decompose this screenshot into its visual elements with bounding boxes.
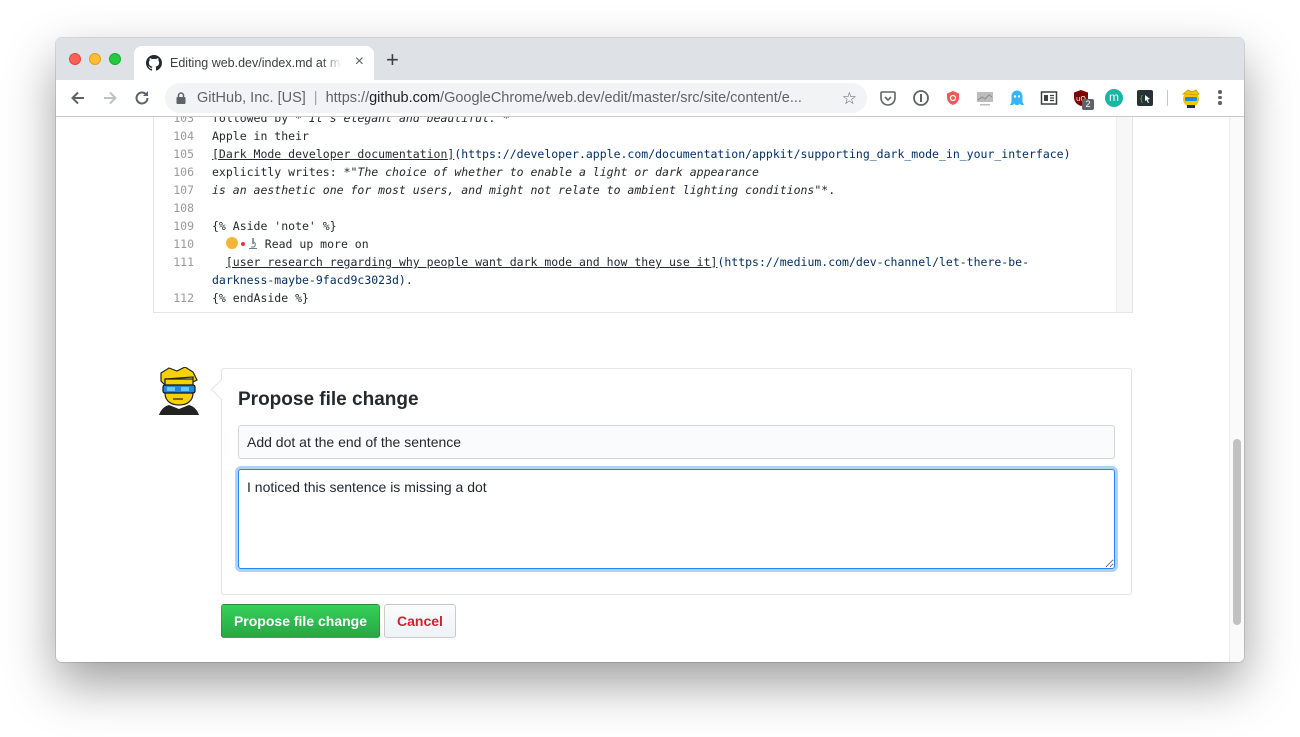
code-link-text: [Dark Mode developer documentation] <box>212 147 455 161</box>
code-line[interactable]: 103 followed by *"It's elegant and beauti… <box>154 117 510 127</box>
page-scrollbar-thumb[interactable] <box>1233 439 1241 625</box>
url-host: github.com <box>369 90 441 106</box>
line-number: 112 <box>173 291 194 305</box>
analytics-icon[interactable] <box>976 89 994 107</box>
code-line[interactable]: 108 <box>154 199 212 217</box>
code-text: is an aesthetic one for most users, and … <box>212 183 815 197</box>
code-line[interactable]: 104 Apple in their <box>154 127 309 145</box>
tab-strip: Editing web.dev/index.md at master · Goo… <box>56 38 1244 80</box>
site-identity: GitHub, Inc. [US] <box>197 90 306 106</box>
tab-close-icon[interactable]: × <box>355 53 364 71</box>
code-line[interactable]: 105 [Dark Mode developer documentation](h… <box>154 145 1071 163</box>
code-text: explicitly writes: *" <box>212 165 358 179</box>
code-url: darkness-maybe-9facd9c3023d) <box>212 273 406 287</box>
code-line[interactable]: 106 explicitly writes: *"The choice of wh… <box>154 163 759 181</box>
code-line[interactable]: 112 {% endAside %} <box>154 289 309 307</box>
reader-icon[interactable] <box>1040 89 1058 107</box>
line-number: 103 <box>173 117 194 125</box>
commit-description-textarea[interactable]: I noticed this sentence is missing a dot <box>238 469 1115 569</box>
editor-scrollbar[interactable] <box>1116 117 1132 312</box>
code-line[interactable]: 110 Read up more on <box>154 235 369 253</box>
github-icon <box>146 55 162 71</box>
pocket-icon[interactable] <box>879 89 897 107</box>
line-number: 108 <box>173 201 194 215</box>
code-line[interactable]: 107 is an aesthetic one for most users, a… <box>154 181 835 199</box>
new-tab-button[interactable]: + <box>386 49 399 71</box>
code-url: (https://developer.apple.com/documentati… <box>454 147 1071 161</box>
woman-emoji-icon <box>225 237 238 249</box>
code-cursor-icon[interactable]: { <box>1136 89 1154 107</box>
line-number: 106 <box>173 165 194 179</box>
user-avatar[interactable] <box>157 367 201 415</box>
window-close-button[interactable] <box>69 53 81 65</box>
code-line[interactable]: darkness-maybe-9facd9c3023d). <box>154 271 413 289</box>
code-line[interactable]: 109 {% Aside 'note' %} <box>154 217 337 235</box>
svg-text:{: { <box>1139 94 1144 103</box>
back-arrow-icon[interactable] <box>68 88 88 108</box>
line-number: 107 <box>173 183 194 197</box>
ublock-origin-button[interactable]: uO 2 <box>1072 89 1094 110</box>
tab-title: Editing web.dev/index.md at master · Goo… <box>170 56 342 70</box>
code-text: followed by *" <box>212 117 309 125</box>
microscope-emoji-icon <box>248 238 257 249</box>
bookmark-star-icon[interactable]: ☆ <box>842 89 857 109</box>
mercury-icon[interactable]: m <box>1105 89 1123 107</box>
tab-active[interactable]: Editing web.dev/index.md at master · Goo… <box>134 46 374 80</box>
url-path: /GoogleChrome/web.dev/edit/master/src/si… <box>440 90 802 106</box>
line-number: 104 <box>173 129 194 143</box>
code-text: "*. <box>814 183 836 197</box>
lock-icon[interactable] <box>176 92 186 104</box>
code-text: Read up more on <box>257 237 369 251</box>
propose-file-change-button[interactable]: Propose file change <box>221 604 380 638</box>
line-number: 109 <box>173 219 194 233</box>
code-link-text: [user research regarding why people want… <box>225 255 718 269</box>
ghostery-icon[interactable] <box>1008 89 1026 107</box>
toolbar-separator <box>1167 90 1168 106</box>
forward-arrow-icon[interactable] <box>100 88 120 108</box>
omnibox-separator: | <box>313 90 318 106</box>
window-minimize-button[interactable] <box>89 53 101 65</box>
window-maximize-button[interactable] <box>109 53 121 65</box>
code-text: It's elegant and beautiful. <box>308 117 496 125</box>
onepassword-icon[interactable] <box>912 89 930 107</box>
commit-form: Propose file change I noticed this sente… <box>221 368 1132 595</box>
commit-form-title: Propose file change <box>238 389 419 410</box>
line-number: 105 <box>173 147 194 161</box>
url-scheme: https:// <box>325 90 370 106</box>
browser-toolbar: GitHub, Inc. [US] | https://github.com/G… <box>56 80 1244 117</box>
cancel-button[interactable]: Cancel <box>384 604 456 638</box>
address-bar[interactable]: GitHub, Inc. [US] | https://github.com/G… <box>165 83 867 113</box>
code-text: . <box>405 273 413 287</box>
page-scrollbar[interactable] <box>1229 117 1244 662</box>
code-text: Apple in their <box>212 129 309 143</box>
code-url: (https://medium.com/dev-channel/let-ther… <box>717 255 1029 269</box>
reload-icon[interactable] <box>132 88 152 108</box>
line-number: 110 <box>173 237 194 251</box>
commit-summary-input[interactable] <box>238 425 1115 459</box>
privacy-shield-icon[interactable] <box>944 89 962 107</box>
code-text: The choice of whether to enable a light … <box>357 165 759 179</box>
code-text: "* <box>495 117 510 125</box>
ublock-badge: 2 <box>1082 99 1094 110</box>
code-line[interactable]: 111 [user research regarding why people … <box>154 253 1029 271</box>
browser-menu-icon[interactable] <box>1217 88 1223 108</box>
page-content: 103 followed by *"It's elegant and beauti… <box>56 117 1244 662</box>
browser-window: Editing web.dev/index.md at master · Goo… <box>56 38 1244 662</box>
code-text: {% endAside %} <box>212 291 309 305</box>
zwj-marker-icon <box>240 242 245 246</box>
line-number: 111 <box>173 255 194 269</box>
profile-avatar-icon[interactable] <box>1180 87 1202 109</box>
code-text: {% Aside 'note' %} <box>212 219 337 233</box>
code-editor[interactable]: 103 followed by *"It's elegant and beauti… <box>153 117 1133 313</box>
